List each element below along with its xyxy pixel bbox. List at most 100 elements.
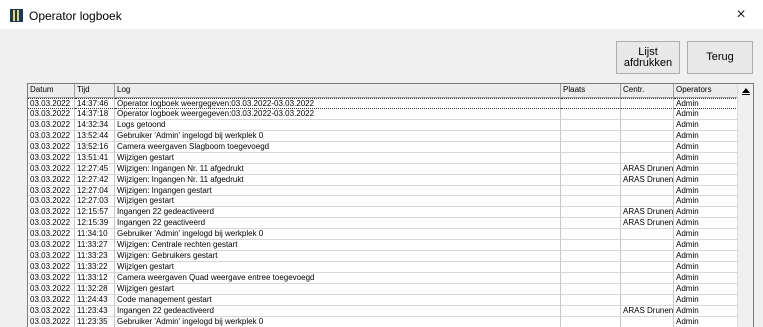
cell-tijd: 12:15:57: [75, 207, 115, 219]
cell-tijd: 14:32:34: [75, 119, 115, 131]
cell-operators: Admin: [674, 294, 738, 306]
table-row[interactable]: 03.03.2022 11:33:12 Camera weergaven Quad …: [28, 273, 753, 284]
cell-operators: Admin: [674, 273, 738, 284]
cell-tijd: 12:27:45: [75, 163, 115, 175]
cell-centr: ARAS Drunen: [621, 163, 674, 175]
arrow-up-icon: [741, 88, 750, 95]
cell-centr: [621, 316, 674, 327]
cell-tijd: 13:52:44: [75, 130, 115, 142]
cell-plaats: [561, 273, 621, 284]
cell-log: Wijzigen gestart: [115, 262, 561, 273]
cell-centr: [621, 273, 674, 284]
cell-operators: Admin: [674, 174, 738, 186]
table-row[interactable]: 03.03.2022 11:23:35 Gebruiker 'Admin' inge…: [28, 316, 753, 327]
cell-log: Wijzigen: Gebruikers gestart: [115, 251, 561, 263]
cell-plaats: [561, 283, 621, 295]
close-button[interactable]: ×: [719, 0, 763, 29]
table-row[interactable]: 03.03.2022 14:37:18 Operator logboek weerg…: [28, 108, 753, 120]
cell-datum: 03.03.2022: [28, 240, 75, 252]
column-header-plaats[interactable]: Plaats: [561, 84, 621, 97]
cell-plaats: [561, 141, 621, 153]
table-row[interactable]: 03.03.2022 11:33:22 Wijzigen gestart Admin: [28, 262, 753, 273]
cell-tijd: 11:32:28: [75, 283, 115, 295]
cell-log: Ingangen 22 gedeactiveerd: [115, 207, 561, 219]
log-table[interactable]: Datum Tijd Log Plaats Centr. Operators 0…: [27, 83, 754, 327]
table-row[interactable]: 03.03.2022 12:27:03 Wijzigen gestart Admin: [28, 196, 753, 208]
cell-tijd: 11:33:12: [75, 273, 115, 284]
cell-datum: 03.03.2022: [28, 185, 75, 197]
cell-datum: 03.03.2022: [28, 174, 75, 186]
table-row[interactable]: 03.03.2022 12:27:04 Wijzigen: Ingangen ges…: [28, 185, 753, 197]
cell-tijd: 12:27:03: [75, 196, 115, 208]
column-header-datum[interactable]: Datum: [28, 84, 75, 97]
cell-log: Code management gestart: [115, 294, 561, 306]
cell-datum: 03.03.2022: [28, 98, 75, 109]
table-row[interactable]: 03.03.2022 11:33:23 Wijzigen: Gebruikers g…: [28, 251, 753, 263]
cell-log: Wijzigen: Ingangen Nr. 11 afgedrukt: [115, 163, 561, 175]
column-header-tijd[interactable]: Tijd: [75, 84, 115, 97]
cell-tijd: 11:34:10: [75, 229, 115, 241]
table-row[interactable]: 03.03.2022 14:37:46 Operator logboek weerg…: [28, 98, 753, 109]
cell-tijd: 12:27:04: [75, 185, 115, 197]
table-row[interactable]: 03.03.2022 13:51:41 Wijzigen gestart Admin: [28, 152, 753, 164]
cell-operators: Admin: [674, 141, 738, 153]
cell-log: Ingangen 22 gedeactiveerd: [115, 305, 561, 317]
table-row[interactable]: 03.03.2022 11:33:27 Wijzigen: Centrale rec…: [28, 240, 753, 252]
cell-operators: Admin: [674, 119, 738, 131]
cell-tijd: 13:52:16: [75, 141, 115, 153]
table-row[interactable]: 03.03.2022 14:32:34 Logs getoond Admin: [28, 119, 753, 131]
cell-centr: [621, 130, 674, 142]
column-header-operators[interactable]: Operators: [674, 84, 738, 97]
column-header-centr[interactable]: Centr.: [621, 84, 674, 97]
cell-operators: Admin: [674, 152, 738, 164]
cell-plaats: [561, 305, 621, 317]
cell-datum: 03.03.2022: [28, 108, 75, 120]
cell-tijd: 12:15:39: [75, 218, 115, 230]
column-header-log[interactable]: Log: [115, 84, 561, 97]
cell-tijd: 12:27:42: [75, 174, 115, 186]
scroll-up-button[interactable]: [739, 85, 752, 98]
cell-operators: Admin: [674, 108, 738, 120]
cell-log: Operator logboek weergegeven:03.03.2022-…: [115, 108, 561, 120]
cell-operators: Admin: [674, 283, 738, 295]
cell-log: Camera weergaven Quad weergave entree to…: [115, 273, 561, 284]
cell-operators: Admin: [674, 240, 738, 252]
table-row[interactable]: 03.03.2022 13:52:44 Gebruiker 'Admin' inge…: [28, 130, 753, 142]
table-row[interactable]: 03.03.2022 12:15:57 Ingangen 22 gedeactive…: [28, 207, 753, 219]
print-label-line1: Lijst: [638, 45, 658, 58]
back-button[interactable]: Terug: [687, 41, 753, 74]
cell-datum: 03.03.2022: [28, 163, 75, 175]
cell-log: Gebruiker 'Admin' ingelogd bij werkplek …: [115, 229, 561, 241]
cell-datum: 03.03.2022: [28, 251, 75, 263]
table-row[interactable]: 03.03.2022 12:15:39 Ingangen 22 geactiveer…: [28, 218, 753, 230]
print-list-button[interactable]: Lijst afdrukken: [616, 41, 680, 74]
cell-plaats: [561, 119, 621, 131]
cell-datum: 03.03.2022: [28, 294, 75, 306]
table-row[interactable]: 03.03.2022 11:34:10 Gebruiker 'Admin' inge…: [28, 229, 753, 241]
table-row[interactable]: 03.03.2022 11:24:43 Code management gestar…: [28, 294, 753, 306]
cell-centr: [621, 185, 674, 197]
cell-centr: [621, 262, 674, 273]
cell-log: Gebruiker 'Admin' ingelogd bij werkplek …: [115, 316, 561, 327]
cell-centr: [621, 98, 674, 109]
cell-tijd: 11:33:23: [75, 251, 115, 263]
print-label-line2: afdrukken: [623, 56, 673, 69]
table-header: Datum Tijd Log Plaats Centr. Operators: [28, 84, 753, 98]
cell-datum: 03.03.2022: [28, 229, 75, 241]
cell-tijd: 11:33:27: [75, 240, 115, 252]
cell-operators: Admin: [674, 185, 738, 197]
cell-log: Gebruiker 'Admin' ingelogd bij werkplek …: [115, 130, 561, 142]
cell-log: Wijzigen: Ingangen Nr. 11 afgedrukt: [115, 174, 561, 186]
table-row[interactable]: 03.03.2022 11:32:28 Wijzigen gestart Admin: [28, 283, 753, 295]
cell-tijd: 11:33:22: [75, 262, 115, 273]
cell-plaats: [561, 108, 621, 120]
vertical-scrollbar[interactable]: [737, 84, 753, 327]
table-row[interactable]: 03.03.2022 11:23:43 Ingangen 22 gedeactive…: [28, 305, 753, 317]
cell-plaats: [561, 240, 621, 252]
title-bar: Operator logboek ×: [0, 0, 763, 29]
table-row[interactable]: 03.03.2022 12:27:42 Wijzigen: Ingangen Nr.…: [28, 174, 753, 186]
table-row[interactable]: 03.03.2022 12:27:45 Wijzigen: Ingangen Nr.…: [28, 163, 753, 175]
cell-centr: [621, 240, 674, 252]
table-row[interactable]: 03.03.2022 13:52:16 Camera weergaven Slagb…: [28, 141, 753, 153]
cell-tijd: 14:37:18: [75, 108, 115, 120]
